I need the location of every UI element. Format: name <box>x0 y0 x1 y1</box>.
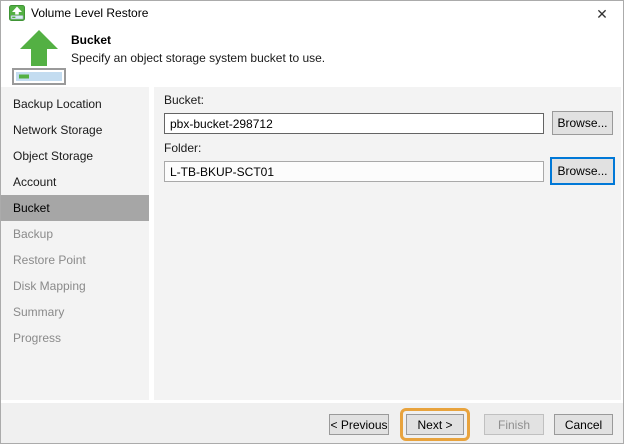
bucket-input[interactable] <box>164 113 544 134</box>
page-subtitle: Specify an object storage system bucket … <box>71 51 326 65</box>
cancel-button[interactable]: Cancel <box>554 414 613 435</box>
wizard-header: Bucket Specify an object storage system … <box>1 25 623 87</box>
page-title: Bucket <box>71 33 112 47</box>
wizard-footer: < Previous Next > Finish Cancel <box>1 403 623 443</box>
sidebar-item-summary[interactable]: Summary <box>1 299 149 325</box>
previous-button[interactable]: < Previous <box>329 414 389 435</box>
finish-button[interactable]: Finish <box>484 414 544 435</box>
wizard-dialog: Volume Level Restore ✕ Bucket Specify an… <box>0 0 624 444</box>
next-button-highlight: Next > <box>400 408 470 441</box>
sidebar-item-backup-location[interactable]: Backup Location <box>1 91 149 117</box>
sidebar-item-progress[interactable]: Progress <box>1 325 149 351</box>
title-bar: Volume Level Restore ✕ <box>1 1 623 25</box>
close-button[interactable]: ✕ <box>583 1 621 27</box>
sidebar-item-restore-point[interactable]: Restore Point <box>1 247 149 273</box>
sidebar-item-account[interactable]: Account <box>1 169 149 195</box>
folder-browse-button[interactable]: Browse... <box>550 157 615 185</box>
close-icon: ✕ <box>596 6 608 22</box>
bucket-step-panel: Bucket: Browse... Folder: Browse... <box>154 87 621 400</box>
sidebar-item-disk-mapping[interactable]: Disk Mapping <box>1 273 149 299</box>
bucket-browse-button[interactable]: Browse... <box>552 111 613 135</box>
next-button[interactable]: Next > <box>406 414 464 435</box>
volume-restore-icon <box>11 29 67 85</box>
folder-label: Folder: <box>164 141 202 155</box>
wizard-steps: Backup Location Network Storage Object Sto… <box>1 87 149 400</box>
sidebar-item-backup[interactable]: Backup <box>1 221 149 247</box>
sidebar-item-network-storage[interactable]: Network Storage <box>1 117 149 143</box>
sidebar-item-object-storage[interactable]: Object Storage <box>1 143 149 169</box>
folder-input[interactable] <box>164 161 544 182</box>
bucket-label: Bucket: <box>164 93 205 107</box>
window-title: Volume Level Restore <box>31 6 149 20</box>
volume-restore-app-icon <box>9 5 25 21</box>
sidebar-item-bucket[interactable]: Bucket <box>1 195 149 221</box>
